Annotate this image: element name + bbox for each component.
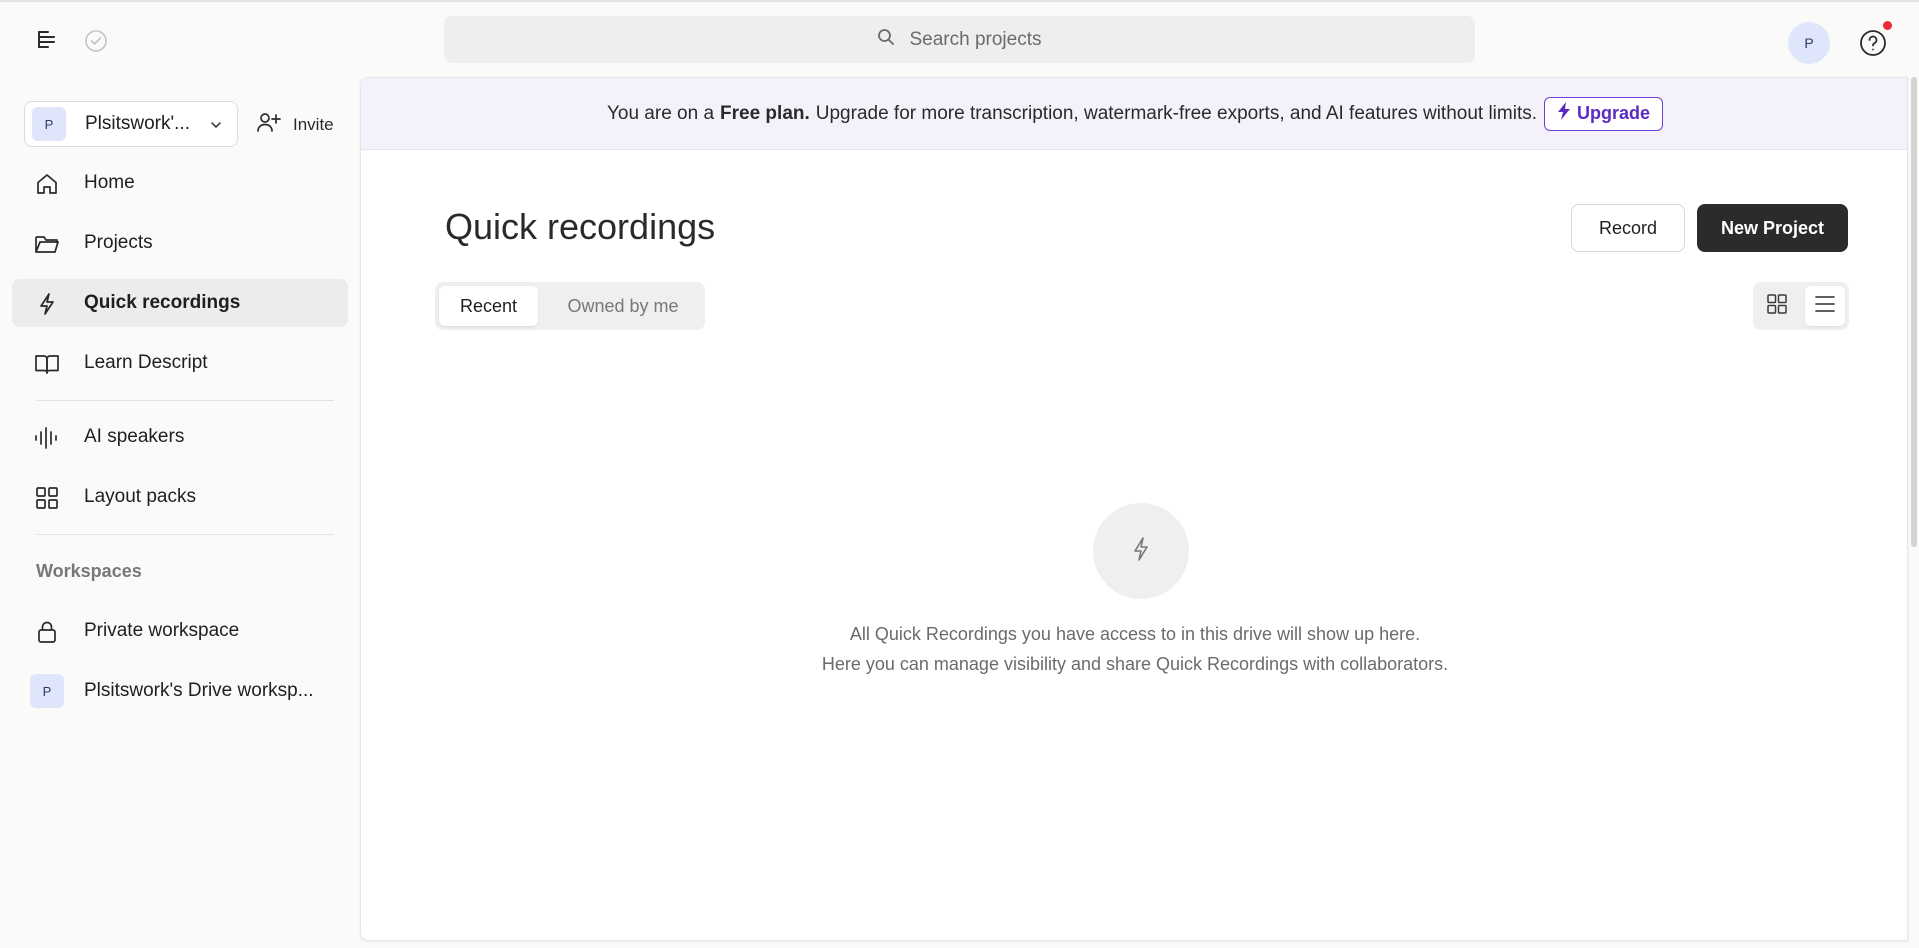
list-view-button[interactable] bbox=[1805, 286, 1845, 326]
invite-label: Invite bbox=[293, 114, 334, 134]
lock-icon bbox=[34, 619, 60, 645]
menu-logo-icon[interactable] bbox=[34, 27, 60, 53]
record-button[interactable]: Record bbox=[1571, 204, 1685, 252]
empty-state-illustration bbox=[1093, 503, 1189, 599]
folder-icon bbox=[34, 231, 60, 257]
sidebar-item-projects[interactable]: Projects bbox=[12, 219, 348, 267]
chevron-down-icon bbox=[209, 118, 223, 137]
view-toggle bbox=[1753, 282, 1849, 330]
help-icon[interactable] bbox=[1858, 28, 1888, 58]
sidebar-divider bbox=[36, 400, 334, 401]
sidebar-item-label: Projects bbox=[84, 232, 153, 253]
drive-avatar-wrapper: P bbox=[30, 674, 64, 708]
upgrade-banner: You are on a Free plan. Upgrade for more… bbox=[361, 78, 1907, 150]
sidebar-item-label: AI speakers bbox=[84, 426, 185, 447]
sidebar-item-label: Layout packs bbox=[84, 486, 196, 507]
list-icon bbox=[1814, 293, 1836, 320]
user-avatar[interactable]: P bbox=[1788, 22, 1830, 64]
window-top-border bbox=[0, 0, 1919, 2]
home-icon bbox=[34, 171, 60, 197]
sidebar-item-label: Private workspace bbox=[84, 620, 240, 641]
sidebar-item-layout-packs[interactable]: Layout packs bbox=[12, 473, 348, 521]
filter-tabs: Recent Owned by me bbox=[435, 282, 705, 330]
sidebar-item-quick-recordings[interactable]: Quick recordings bbox=[12, 279, 348, 327]
drive-avatar: P bbox=[30, 674, 64, 708]
sidebar-item-label: Quick recordings bbox=[84, 292, 241, 313]
waveform-icon bbox=[34, 425, 60, 451]
grid-icon bbox=[1766, 293, 1788, 320]
empty-state-line-1: All Quick Recordings you have access to … bbox=[849, 624, 1421, 644]
book-icon bbox=[34, 351, 60, 377]
banner-plan: Free plan. bbox=[720, 102, 810, 124]
search-icon bbox=[877, 28, 909, 52]
banner-message: Upgrade for more transcription, watermar… bbox=[815, 102, 1538, 124]
sync-check-icon bbox=[84, 29, 108, 53]
main-panel: You are on a Free plan. Upgrade for more… bbox=[360, 77, 1908, 941]
workspace-avatar: P bbox=[32, 107, 66, 141]
workspace-name: Plsitswork'... bbox=[85, 113, 190, 134]
tab-recent[interactable]: Recent bbox=[439, 286, 538, 326]
upgrade-button[interactable]: Upgrade bbox=[1544, 96, 1664, 131]
grid-icon bbox=[34, 485, 60, 511]
top-bar: Search projects P bbox=[0, 3, 1919, 73]
banner-prefix: You are on a bbox=[606, 102, 715, 124]
upgrade-label: Upgrade bbox=[1577, 103, 1651, 123]
sidebar-item-drive-workspace[interactable]: P Plsitswork's Drive worksp... bbox=[12, 667, 348, 715]
invite-button[interactable]: Invite bbox=[256, 111, 334, 138]
scrollbar[interactable] bbox=[1911, 77, 1917, 547]
sidebar-divider bbox=[36, 534, 334, 535]
sidebar-item-label: Home bbox=[84, 172, 135, 193]
sidebar-item-learn-descript[interactable]: Learn Descript bbox=[12, 339, 348, 387]
new-project-button[interactable]: New Project bbox=[1697, 204, 1848, 252]
sidebar-item-label: Plsitswork's Drive worksp... bbox=[84, 680, 314, 701]
workspace-switcher[interactable]: P Plsitswork'... bbox=[24, 101, 238, 147]
tab-owned-by-me[interactable]: Owned by me bbox=[548, 286, 698, 326]
lightning-icon bbox=[34, 291, 60, 317]
sidebar-item-label: Learn Descript bbox=[84, 352, 208, 373]
workspaces-heading: Workspaces bbox=[36, 561, 142, 581]
sidebar-item-home[interactable]: Home bbox=[12, 159, 348, 207]
sidebar-item-ai-speakers[interactable]: AI speakers bbox=[12, 413, 348, 461]
lightning-icon bbox=[1132, 536, 1150, 567]
search-input[interactable]: Search projects bbox=[444, 16, 1475, 63]
add-user-icon bbox=[256, 111, 293, 138]
notification-dot bbox=[1883, 21, 1892, 30]
search-placeholder: Search projects bbox=[909, 28, 1042, 50]
grid-view-button[interactable] bbox=[1757, 286, 1797, 326]
sidebar: P Plsitswork'... Invite Home Projects Qu… bbox=[0, 73, 360, 948]
sidebar-item-private-workspace[interactable]: Private workspace bbox=[12, 607, 348, 655]
empty-state-line-2: Here you can manage visibility and share… bbox=[821, 654, 1449, 674]
lightning-icon bbox=[1557, 102, 1577, 125]
page-title: Quick recordings bbox=[445, 206, 716, 247]
